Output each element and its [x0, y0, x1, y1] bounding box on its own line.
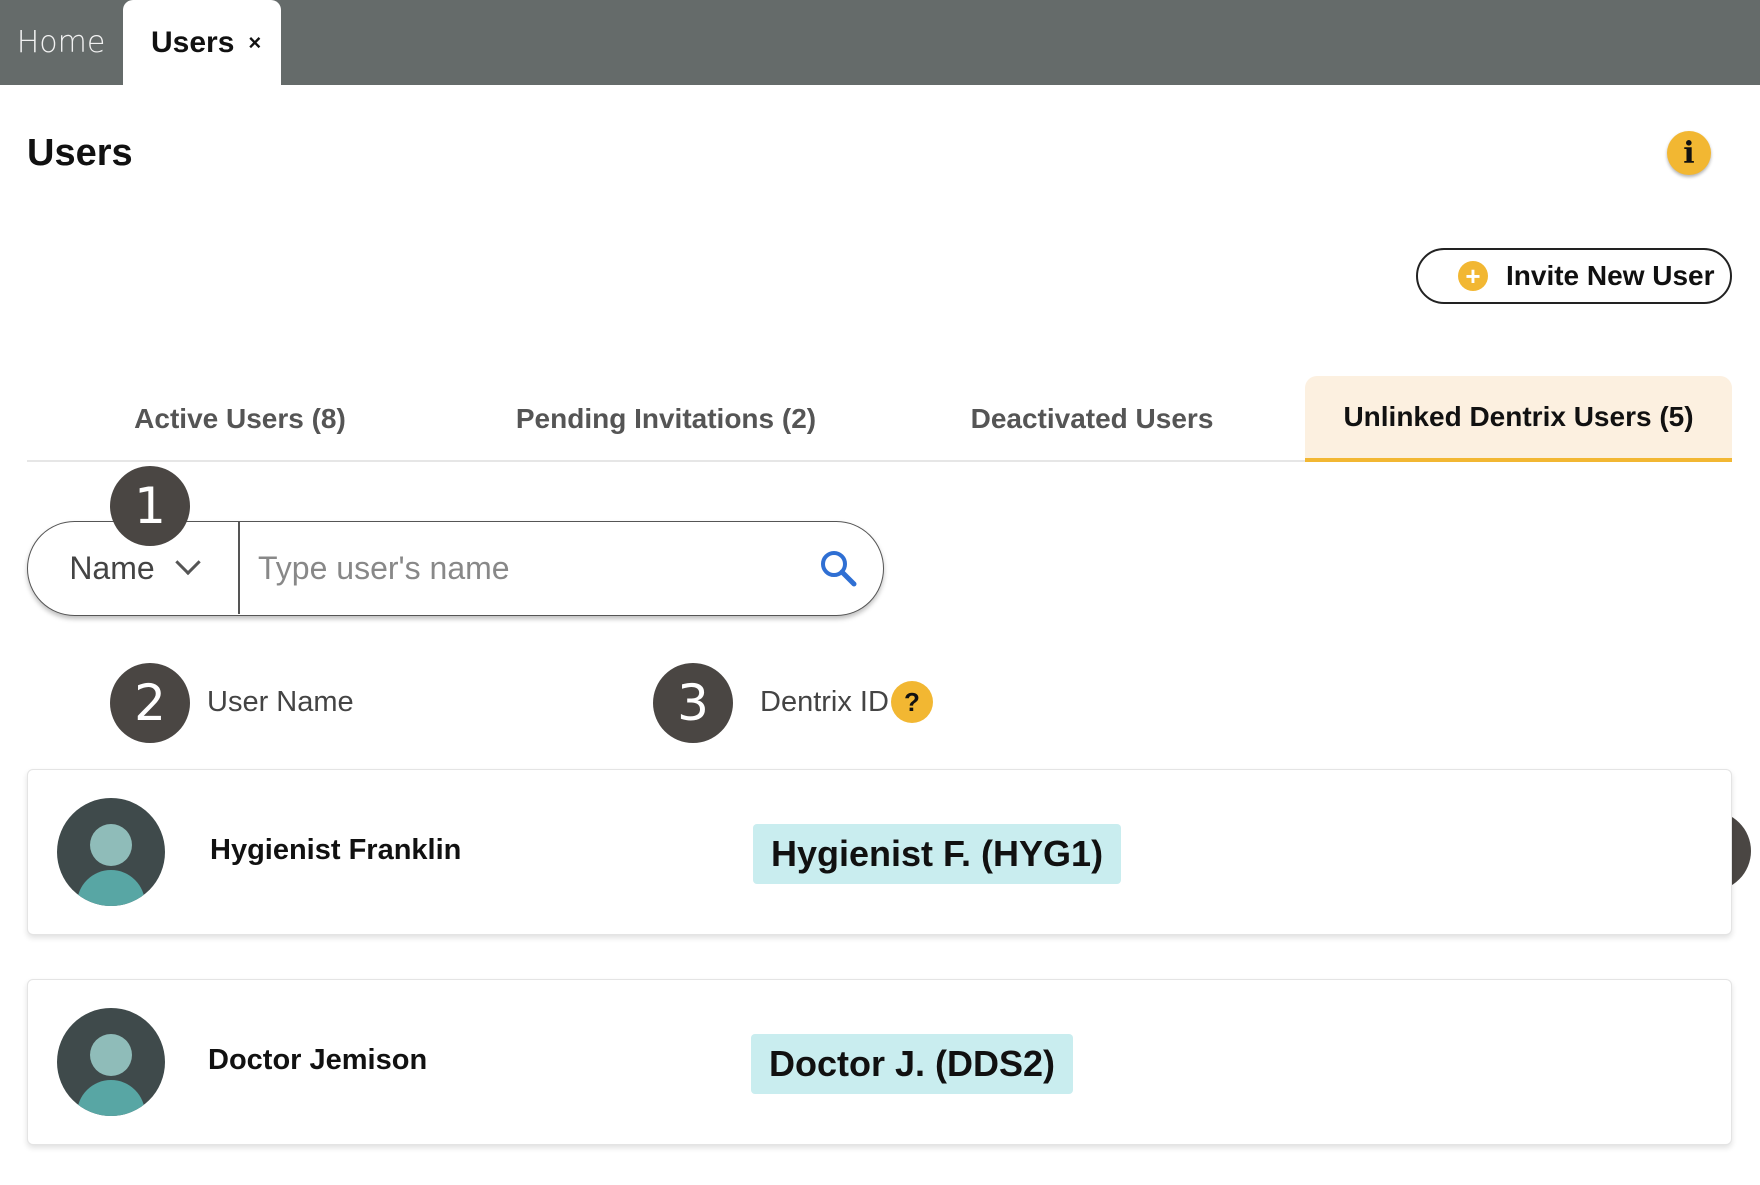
dentrix-id-chip[interactable]: Doctor J. (DDS2) [751, 1034, 1074, 1094]
tab-pending-invitations-label: Pending Invitations (2) [515, 403, 817, 434]
tab-active-users-label: Active Users (8) [134, 403, 346, 434]
avatar-head [90, 1034, 132, 1076]
info-icon[interactable]: i [1667, 131, 1711, 175]
tab-deactivated-users-label: Deactivated Users [970, 403, 1214, 434]
tab-home[interactable]: Home [0, 0, 122, 85]
table-row: Hygienist Franklin Hygienist F. (HYG1) [27, 769, 1732, 935]
user-tabs: Active Users (8) Pending Invitations (2)… [27, 376, 1732, 462]
close-icon[interactable]: × [248, 30, 261, 56]
tab-users-label: Users [151, 25, 235, 59]
invite-button-label: Invite New User [1506, 260, 1715, 291]
row-user-name: Doctor Jemison [208, 1044, 428, 1076]
chevron-down-icon [174, 549, 201, 576]
top-tab-bar: Home Users × [0, 0, 1760, 85]
tab-pending-invitations[interactable]: Pending Invitations (2) [453, 376, 879, 462]
page-title: Users [27, 132, 133, 174]
tab-home-label: Home [16, 25, 106, 60]
tab-deactivated-users[interactable]: Deactivated Users [879, 376, 1305, 462]
avatar [57, 798, 165, 906]
avatar-body [77, 870, 145, 906]
column-header-dentrix-id: Dentrix ID [760, 686, 889, 718]
search-input[interactable] [258, 542, 798, 594]
search-filter-value: Name [69, 549, 155, 586]
tab-users[interactable]: Users × [123, 0, 281, 85]
tab-unlinked-dentrix-users[interactable]: Unlinked Dentrix Users (5) [1305, 376, 1732, 462]
dentrix-id-chip[interactable]: Hygienist F. (HYG1) [753, 824, 1122, 884]
plus-icon: + [1458, 261, 1488, 291]
table-row: Doctor Jemison Doctor J. (DDS2) [27, 979, 1732, 1145]
help-icon[interactable]: ? [891, 681, 933, 723]
avatar [57, 1008, 165, 1116]
avatar-head [90, 824, 132, 866]
column-header-user-name: User Name [207, 686, 354, 718]
invite-new-user-button[interactable]: + Invite New User [1416, 248, 1732, 304]
tab-active-users[interactable]: Active Users (8) [27, 376, 453, 462]
callout-badge-3: 3 [653, 663, 733, 743]
tab-unlinked-dentrix-users-label: Unlinked Dentrix Users (5) [1343, 401, 1694, 432]
avatar-body [77, 1080, 145, 1116]
row-user-name: Hygienist Franklin [210, 834, 462, 866]
callout-badge-1: 1 [110, 466, 190, 546]
callout-badge-2: 2 [110, 663, 190, 743]
search-icon[interactable] [818, 548, 858, 588]
